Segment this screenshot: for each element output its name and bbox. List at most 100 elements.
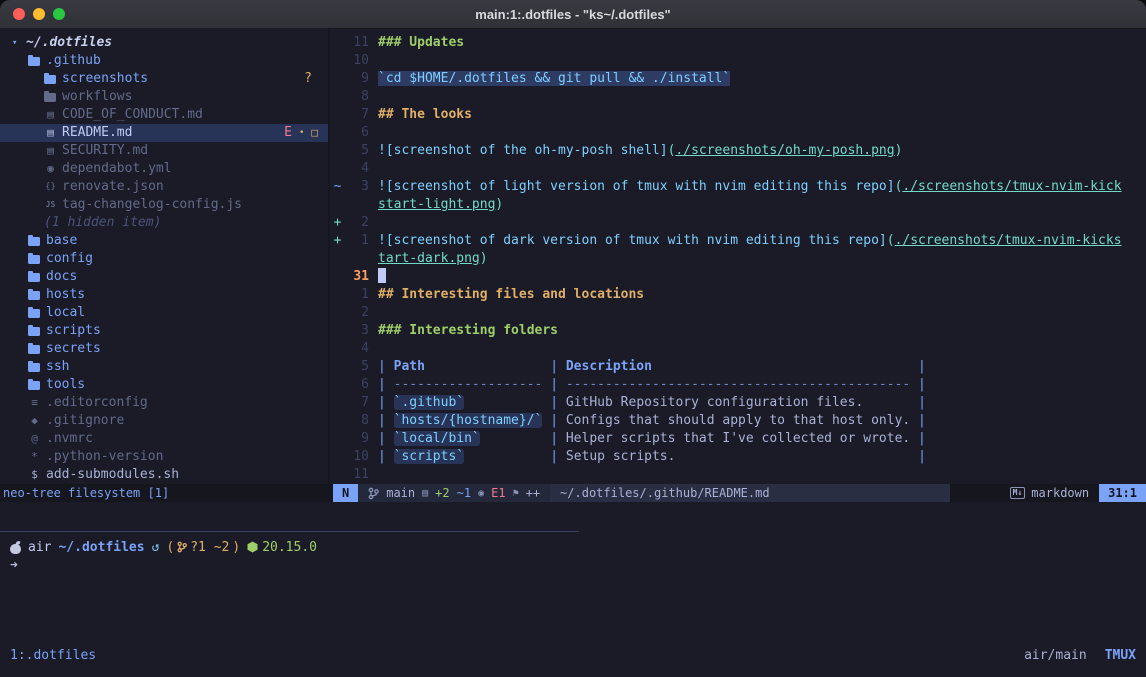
line-gutter: 6	[330, 376, 378, 394]
editor-buffer[interactable]: 11### Updates 10 9`cd $HOME/.dotfiles &&…	[330, 28, 1146, 484]
line-gutter: 7	[330, 106, 378, 124]
editor-line[interactable]: start-light.png)	[330, 196, 1146, 214]
folder-icon	[28, 381, 40, 390]
editor-line[interactable]: 4	[330, 340, 1146, 358]
editor-line[interactable]: 11	[330, 466, 1146, 484]
editor-line[interactable]: 7| `.github` | GitHub Repository configu…	[330, 394, 1146, 412]
line-text: | ------------------- | ----------------…	[378, 376, 1146, 394]
git-status-badge: ?	[304, 70, 312, 88]
line-number: 3	[345, 178, 378, 196]
close-button[interactable]	[13, 8, 25, 20]
tree-item-nvmrc[interactable]: @.nvmrc	[0, 430, 328, 448]
at-icon: @	[28, 430, 41, 448]
line-number: 11	[345, 466, 378, 484]
folder-icon	[44, 93, 56, 102]
tree-item-label: README.md	[62, 124, 132, 142]
editor-line[interactable]: 8| `hosts/{hostname}/` | Configs that sh…	[330, 412, 1146, 430]
editor-line[interactable]: tart-dark.png)	[330, 250, 1146, 268]
dot-icon: ◉	[44, 160, 57, 178]
folder-icon	[28, 291, 40, 300]
tree-item-tag-changelog-config-js[interactable]: JStag-changelog-config.js	[0, 196, 328, 214]
branch-name: main	[386, 486, 415, 500]
editor-line[interactable]: ~3![screenshot of light version of tmux …	[330, 178, 1146, 196]
tree-item-add-submodules-sh[interactable]: $add-submodules.sh	[0, 466, 328, 484]
line-gutter: 2	[330, 304, 378, 322]
tree-item-screenshots[interactable]: screenshots?	[0, 70, 328, 88]
text-segment: |	[910, 395, 926, 410]
tree-item-github[interactable]: .github	[0, 52, 328, 70]
git-sign	[330, 340, 345, 358]
tree-item-docs[interactable]: docs	[0, 268, 328, 286]
markdown-link[interactable]: ./screenshots/tmux-nvim-kicks	[895, 233, 1122, 248]
tree-item-label: local	[46, 304, 85, 322]
git-sign	[330, 268, 345, 286]
tree-item-label: scripts	[46, 322, 101, 340]
editor-line[interactable]: 6	[330, 124, 1146, 142]
editor-line[interactable]: 9`cd $HOME/.dotfiles && git pull && ./in…	[330, 70, 1146, 88]
markdown-link[interactable]: ./screenshots/tmux-nvim-kick	[902, 179, 1121, 194]
flags-icon: ⚑	[513, 488, 519, 499]
markdown-link[interactable]: start-light.png	[378, 197, 495, 212]
line-number: 10	[345, 52, 378, 70]
folder-icon	[28, 309, 40, 318]
buffer-flags: ++	[526, 486, 540, 500]
tree-item-hosts[interactable]: hosts	[0, 286, 328, 304]
editor-line[interactable]: 5| Path | Description |	[330, 358, 1146, 376]
git-sign	[330, 448, 345, 466]
line-gutter: 5	[330, 358, 378, 376]
editor-line[interactable]: 2	[330, 304, 1146, 322]
tree-item-python-version[interactable]: *.python-version	[0, 448, 328, 466]
minimize-button[interactable]	[33, 8, 45, 20]
tree-item-workflows[interactable]: workflows	[0, 88, 328, 106]
terminal-window: main:1:.dotfiles - "ks~/.dotfiles" ▾~/.d…	[0, 0, 1146, 677]
editor-line[interactable]: +1![screenshot of dark version of tmux w…	[330, 232, 1146, 250]
tree-item-security-md[interactable]: ▤SECURITY.md	[0, 142, 328, 160]
line-text: ## Interesting files and locations	[378, 286, 1146, 304]
tree-item-tools[interactable]: tools	[0, 376, 328, 394]
tree-item-secrets[interactable]: secrets	[0, 340, 328, 358]
editor-line[interactable]: 7## The looks	[330, 106, 1146, 124]
editor-line[interactable]: 6| ------------------- | ---------------…	[330, 376, 1146, 394]
editor-line[interactable]: 11### Updates	[330, 34, 1146, 52]
tree-item-renovate-json[interactable]: {}renovate.json	[0, 178, 328, 196]
mode-indicator: N	[333, 484, 358, 502]
editor-line[interactable]: 10| `scripts` | Setup scripts. |	[330, 448, 1146, 466]
tree-item-local[interactable]: local	[0, 304, 328, 322]
text-segment: -------------------	[394, 377, 543, 392]
tree-item-scripts[interactable]: scripts	[0, 322, 328, 340]
editor-line[interactable]: 10	[330, 52, 1146, 70]
prompt-path: ~/.dotfiles	[58, 540, 144, 555]
editor-line[interactable]: 3### Interesting folders	[330, 322, 1146, 340]
text-segment: ![screenshot of the oh-my-posh shell]	[378, 143, 668, 158]
tree-item-editorconfig[interactable]: ≡.editorconfig	[0, 394, 328, 412]
expand-arrow-icon[interactable]: ▾	[12, 34, 21, 52]
line-text: ![screenshot of the oh-my-posh shell](./…	[378, 142, 1146, 160]
text-segment	[480, 431, 543, 446]
line-text: | `scripts` | Setup scripts. |	[378, 448, 1146, 466]
tree-item-dependabot-yml[interactable]: ◉dependabot.yml	[0, 160, 328, 178]
pane-separator[interactable]	[0, 531, 579, 532]
text-segment: ## The looks	[378, 107, 472, 122]
editor-line[interactable]: 5![screenshot of the oh-my-posh shell](.…	[330, 142, 1146, 160]
tree-item-1-hidden-item[interactable]: (1 hidden item)	[0, 214, 328, 232]
git-sign	[330, 196, 345, 214]
markdown-link[interactable]: tart-dark.png	[378, 251, 480, 266]
tree-item-base[interactable]: base	[0, 232, 328, 250]
editor-line[interactable]: +2	[330, 214, 1146, 232]
shell-input-line[interactable]: ➜	[10, 556, 18, 574]
tree-item-ssh[interactable]: ssh	[0, 358, 328, 376]
editor-line[interactable]: 8	[330, 88, 1146, 106]
tree-item-readme-md[interactable]: ▤README.mdE•□	[0, 124, 328, 142]
markdown-link[interactable]: ./screenshots/oh-my-posh.png	[675, 143, 894, 158]
editor-line[interactable]: 4	[330, 160, 1146, 178]
zoom-button[interactable]	[53, 8, 65, 20]
tmux-window-tab[interactable]: 1:.dotfiles	[10, 648, 96, 663]
editor-line[interactable]: 1## Interesting files and locations	[330, 286, 1146, 304]
editor-line[interactable]: 9| `local/bin` | Helper scripts that I'v…	[330, 430, 1146, 448]
editor-line[interactable]: 31	[330, 268, 1146, 286]
diagnostics-icon: ◉	[478, 488, 484, 499]
tree-item-code-of-conduct-md[interactable]: ▤CODE_OF_CONDUCT.md	[0, 106, 328, 124]
tree-item-config[interactable]: config	[0, 250, 328, 268]
tree-item-dotfiles[interactable]: ▾~/.dotfiles	[0, 34, 328, 52]
tree-item-gitignore[interactable]: ◆.gitignore	[0, 412, 328, 430]
